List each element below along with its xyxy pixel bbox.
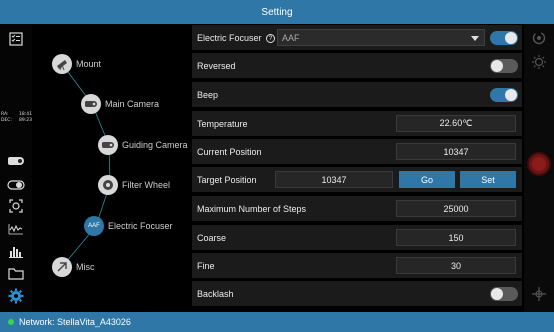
waveform-icon[interactable] [6, 220, 26, 238]
row-label: Maximum Number of Steps [197, 204, 307, 214]
guide-camera-icon [98, 135, 118, 155]
row-max-steps: Maximum Number of Steps 25000 [192, 196, 522, 222]
tree-node-label: Filter Wheel [122, 180, 171, 190]
status-bar: Network: StellaVita_A43026 [0, 312, 554, 332]
temperature-value: 22.60℃ [396, 115, 516, 132]
focus-frame-icon[interactable] [6, 197, 26, 215]
filter-wheel-icon [98, 175, 118, 195]
toggle-knob [505, 32, 517, 44]
focuser-select[interactable]: AAF [277, 29, 485, 46]
network-status: Network: StellaVita_A43026 [19, 317, 131, 327]
reversed-toggle[interactable] [490, 59, 518, 73]
tree-node-label: Electric Focuser [108, 221, 173, 231]
set-button[interactable]: Set [460, 171, 516, 188]
row-electric-focuser: Electric Focuser ? AAF [192, 25, 522, 51]
row-label: Temperature [197, 119, 248, 129]
rotate-icon[interactable] [531, 30, 547, 46]
help-icon[interactable]: ? [266, 34, 276, 44]
max-steps-input[interactable]: 25000 [396, 200, 516, 217]
tree-node-mount[interactable]: Mount [52, 54, 101, 74]
tree-node-electric-focuser[interactable]: AAF Electric Focuser [84, 216, 173, 236]
row-label: Coarse [197, 233, 227, 243]
backlash-toggle[interactable] [490, 287, 518, 301]
current-position-value: 10347 [396, 143, 516, 160]
focuser-badge: AAF [84, 216, 104, 236]
row-label: Reversed [197, 61, 236, 71]
row-label: Current Position [197, 147, 262, 157]
connection-status-icon [8, 319, 14, 325]
coarse-input[interactable]: 150 [396, 229, 516, 246]
chevron-down-icon [471, 36, 479, 41]
settings-panel: Electric Focuser ? AAF Reversed Beep Tem… [190, 24, 524, 312]
tree-node-label: Misc [76, 262, 95, 272]
focuser-select-value: AAF [282, 32, 300, 43]
tree-node-label: Main Camera [105, 99, 160, 109]
tree-node-label: Guiding Camera [122, 140, 188, 150]
row-label: Backlash [197, 289, 234, 299]
misc-icon [52, 257, 72, 277]
go-button[interactable]: Go [399, 171, 455, 188]
toggle-knob [491, 60, 503, 72]
dec-label: DEC: [1, 118, 12, 123]
tree-node-label: Mount [76, 59, 102, 69]
tree-node-misc[interactable]: Misc [52, 257, 95, 277]
row-reversed: Reversed [192, 53, 522, 79]
row-coarse: Coarse 150 [192, 225, 522, 251]
toggle-knob [505, 89, 517, 101]
device-tree: Mount Main Camera Guiding Camera Filter … [32, 24, 190, 312]
title-bar: Setting [0, 0, 554, 24]
row-fine: Fine 30 [192, 253, 522, 279]
coordinates-readout: RA: 18:41 DEC: 89:23 [1, 112, 32, 124]
toggle-knob [491, 288, 503, 300]
camera-icon [81, 94, 101, 114]
focuser-label: Electric Focuser [197, 33, 262, 43]
row-current-position: Current Position 10347 [192, 139, 522, 165]
fine-input[interactable]: 30 [396, 257, 516, 274]
capture-button[interactable] [527, 152, 551, 176]
tree-node-main-camera[interactable]: Main Camera [81, 94, 159, 114]
row-label: Target Position [197, 175, 257, 185]
row-backlash: Backlash [192, 281, 522, 307]
row-label: Electric Focuser ? [197, 25, 276, 51]
right-sidebar [524, 24, 554, 312]
gear-icon[interactable] [6, 287, 26, 305]
row-label: Beep [197, 90, 219, 100]
camera-icon[interactable] [6, 152, 26, 170]
row-target-position: Target Position 10347 Go Set [192, 167, 522, 193]
telescope-icon [52, 54, 72, 74]
checklist-icon[interactable] [6, 30, 26, 48]
focuser-enable-toggle[interactable] [490, 31, 518, 45]
brightness-icon[interactable] [531, 54, 547, 70]
capture-inner [532, 157, 546, 171]
folder-icon[interactable] [6, 264, 26, 282]
focuser-badge-label: AAF [88, 223, 100, 229]
row-label: Fine [197, 261, 215, 271]
toggle-icon[interactable] [6, 176, 26, 194]
row-temperature: Temperature 22.60℃ [192, 111, 522, 137]
left-sidebar: RA: 18:41 DEC: 89:23 [0, 24, 32, 312]
row-beep: Beep [192, 82, 522, 108]
window-title: Setting [261, 6, 293, 18]
dec-value: 89:23 [19, 118, 32, 123]
histogram-icon[interactable] [6, 242, 26, 260]
beep-toggle[interactable] [490, 88, 518, 102]
tree-node-guiding-camera[interactable]: Guiding Camera [98, 135, 188, 155]
tree-node-filter-wheel[interactable]: Filter Wheel [98, 175, 170, 195]
target-position-input[interactable]: 10347 [275, 171, 393, 188]
crosshair-icon[interactable] [531, 286, 547, 302]
